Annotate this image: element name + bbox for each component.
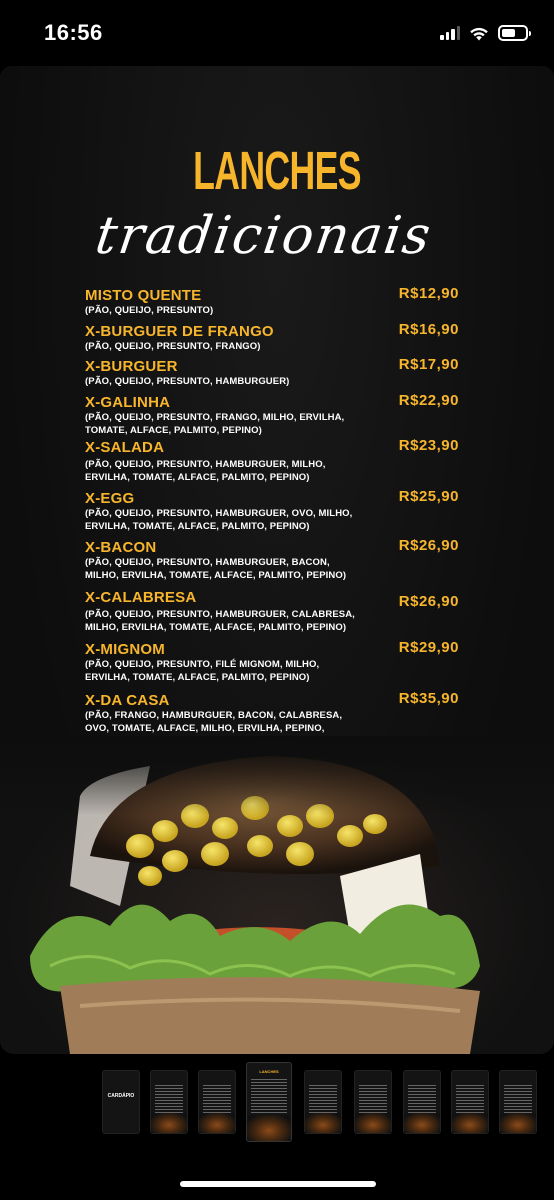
- menu-item: X-GALINHA (PÃO, QUEIJO, PRESUNTO, FRANGO…: [85, 392, 465, 437]
- thumbnail[interactable]: [354, 1070, 392, 1134]
- menu-item: X-MIGNOM (PÃO, QUEIJO, PRESUNTO, FILÉ MI…: [85, 639, 465, 684]
- thumbnail[interactable]: [499, 1070, 537, 1134]
- item-description: (PÃO, QUEIJO, PRESUNTO, HAMBURGUER, MILH…: [85, 459, 326, 483]
- item-price: R$35,90: [398, 690, 459, 707]
- home-indicator[interactable]: [180, 1181, 376, 1187]
- menu-item: X-CALABRESA (PÃO, QUEIJO, PRESUNTO, HAMB…: [85, 589, 465, 634]
- item-price: R$26,90: [398, 537, 459, 554]
- menu-subtitle: tradicionais: [91, 206, 436, 266]
- item-price: R$23,90: [398, 437, 459, 454]
- thumbnail[interactable]: [403, 1070, 441, 1134]
- wifi-icon: [470, 27, 488, 40]
- menu-title: LANCHES: [193, 141, 361, 201]
- thumbnail-title: LANCHES: [259, 1069, 279, 1074]
- item-description: (PÃO, QUEIJO, PRESUNTO, FRANGO): [85, 341, 261, 352]
- menu-item: X-EGG (PÃO, QUEIJO, PRESUNTO, HAMBURGUER…: [85, 488, 465, 533]
- thumbnail[interactable]: [150, 1070, 188, 1134]
- item-description: (PÃO, QUEIJO, PRESUNTO, HAMBURGUER, CALA…: [85, 609, 355, 633]
- item-price: R$29,90: [398, 639, 459, 656]
- item-description: (PÃO, QUEIJO, PRESUNTO, HAMBURGUER, BACO…: [85, 557, 347, 581]
- item-price: R$26,90: [398, 593, 459, 610]
- menu-item: X-BACON (PÃO, QUEIJO, PRESUNTO, HAMBURGU…: [85, 537, 465, 582]
- menu-item: X-BURGUER DE FRANGO (PÃO, QUEIJO, PRESUN…: [85, 321, 465, 353]
- item-price: R$12,90: [398, 285, 459, 302]
- thumbnail-strip: CARDÁPIO LANCHES: [100, 1062, 554, 1152]
- item-description: (PÃO, QUEIJO, PRESUNTO, HAMBURGUER): [85, 376, 290, 387]
- item-description: (PÃO, QUEIJO, PRESUNTO, HAMBURGUER, OVO,…: [85, 508, 353, 532]
- item-description: (PÃO, QUEIJO, PRESUNTO, FILÉ MIGNOM, MIL…: [85, 659, 320, 683]
- item-description: (PÃO, QUEIJO, PRESUNTO): [85, 305, 214, 316]
- thumbnail-active[interactable]: LANCHES: [246, 1062, 292, 1142]
- item-price: R$17,90: [398, 356, 459, 373]
- status-icons: [440, 25, 531, 41]
- thumbnail[interactable]: [304, 1070, 342, 1134]
- menu-image: LANCHES tradicionais MISTO QUENTE (PÃO, …: [0, 66, 554, 1054]
- item-price: R$25,90: [398, 488, 459, 505]
- thumbnail[interactable]: CARDÁPIO: [102, 1070, 140, 1134]
- menu-item: X-BURGUER (PÃO, QUEIJO, PRESUNTO, HAMBUR…: [85, 356, 465, 388]
- thumbnail[interactable]: [198, 1070, 236, 1134]
- menu-item: MISTO QUENTE (PÃO, QUEIJO, PRESUNTO) R$1…: [85, 285, 465, 317]
- status-time: 16:56: [44, 20, 103, 45]
- item-description: (PÃO, QUEIJO, PRESUNTO, FRANGO, MILHO, E…: [85, 412, 345, 436]
- thumbnail-title: CARDÁPIO: [107, 1093, 135, 1099]
- image-viewer[interactable]: LANCHES tradicionais MISTO QUENTE (PÃO, …: [0, 66, 554, 1054]
- cellular-signal-icon: [440, 26, 460, 40]
- battery-icon: [498, 25, 531, 41]
- item-price: R$16,90: [398, 321, 459, 338]
- burger-photo: [0, 736, 554, 1054]
- item-price: R$22,90: [398, 392, 459, 409]
- thumbnail[interactable]: [451, 1070, 489, 1134]
- menu-item: X-SALADA (PÃO, QUEIJO, PRESUNTO, HAMBURG…: [85, 437, 465, 484]
- status-bar: 16:56: [0, 0, 554, 66]
